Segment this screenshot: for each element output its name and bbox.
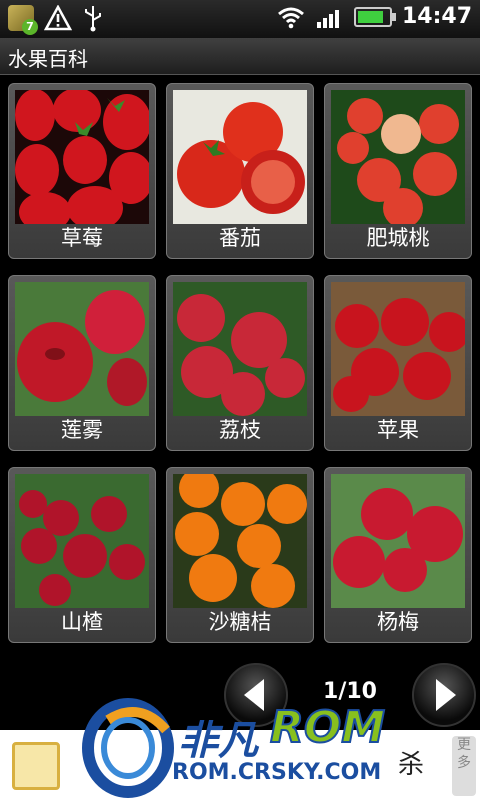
notification-count-badge: 7: [22, 19, 38, 35]
fruit-tile-tangerine[interactable]: 沙糖桔: [166, 467, 314, 643]
fruit-label: 番茄: [219, 226, 261, 250]
signal-icon: [316, 9, 339, 28]
fruit-label: 沙糖桔: [208, 610, 272, 634]
wifi-icon: [278, 7, 304, 28]
brand-logo-icon: [82, 698, 174, 798]
hawthorn-icon: [15, 474, 149, 608]
fruit-label: 莲雾: [61, 418, 103, 442]
tangerine-icon: [173, 474, 307, 608]
fruit-tile-wax-apple[interactable]: 莲雾: [8, 275, 156, 451]
fruit-label: 杨梅: [377, 610, 419, 634]
fruit-tile-hawthorn[interactable]: 山楂: [8, 467, 156, 643]
fruit-tile-strawberry[interactable]: 草莓: [8, 83, 156, 259]
peach-icon: [331, 90, 465, 224]
ad-more-button[interactable]: 更多: [452, 736, 476, 796]
watermark-brand-cn: 非凡: [178, 718, 258, 764]
page-title: 水果百科: [8, 47, 88, 71]
fruit-label: 肥城桃: [366, 226, 430, 250]
status-bar: 7 14:47: [0, 0, 480, 38]
fruit-tile-apple[interactable]: 苹果: [324, 275, 472, 451]
watermark-brand-rom: ROM: [269, 701, 386, 754]
lychee-icon: [173, 282, 307, 416]
ad-app-icon: [12, 742, 60, 790]
fruit-label: 荔枝: [219, 418, 261, 442]
apple-icon: [331, 282, 465, 416]
fruit-tile-bayberry[interactable]: 杨梅: [324, 467, 472, 643]
fruit-tile-peach[interactable]: 肥城桃: [324, 83, 472, 259]
tomato-icon: [173, 90, 307, 224]
app-notification-icon[interactable]: 7: [8, 5, 38, 35]
fruit-label: 草莓: [61, 226, 103, 250]
status-time: 14:47: [401, 4, 472, 29]
fruit-label: 苹果: [377, 418, 419, 442]
bayberry-icon: [331, 474, 465, 608]
fruit-tile-lychee[interactable]: 荔枝: [166, 275, 314, 451]
warning-icon: [44, 5, 72, 31]
wax-apple-icon: [15, 282, 149, 416]
arrow-right-icon: [436, 679, 456, 711]
watermark-url: ROM.CRSKY.COM: [172, 760, 382, 785]
fruit-tile-tomato[interactable]: 番茄: [166, 83, 314, 259]
title-bar: 水果百科: [0, 38, 480, 75]
fruit-label: 山楂: [61, 610, 103, 634]
strawberry-icon: [15, 90, 149, 224]
usb-icon: [85, 6, 101, 32]
watermark: 非凡 ROM ROM.CRSKY.COM: [80, 690, 420, 800]
next-page-button[interactable]: [412, 663, 476, 727]
battery-icon: [353, 6, 396, 27]
